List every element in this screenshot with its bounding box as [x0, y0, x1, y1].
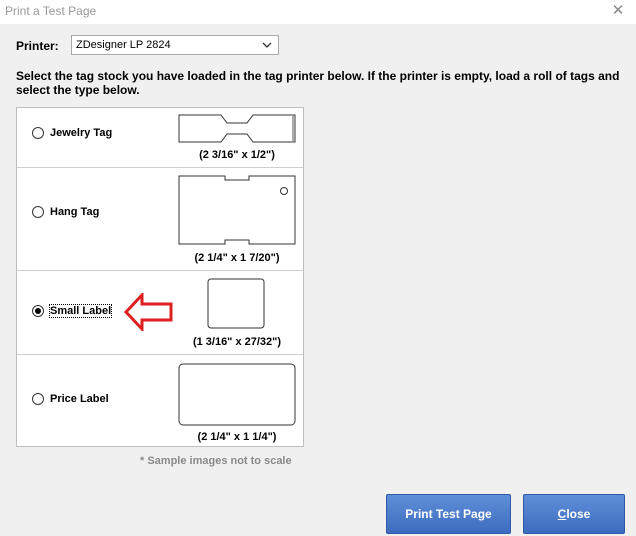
small-label-label[interactable]: Small Label	[48, 304, 113, 318]
hang-tag-radio[interactable]	[32, 206, 44, 218]
option-hang-tag[interactable]: Hang Tag (2 1/4" x 1 7/20")	[17, 168, 303, 271]
price-label-dimensions: (2 1/4" x 1 1/4")	[197, 431, 277, 443]
printer-select[interactable]: ZDesigner LP 2824	[71, 35, 279, 55]
option-jewelry-tag[interactable]: Jewelry Tag (2 3/16" x 1/2")	[17, 108, 303, 168]
close-icon[interactable]: ✕	[609, 2, 627, 20]
price-label-image	[178, 363, 296, 426]
jewelry-tag-radio[interactable]	[32, 127, 44, 139]
small-label-radio[interactable]	[32, 305, 44, 317]
jewelry-tag-label[interactable]: Jewelry Tag	[50, 127, 112, 139]
left-arrow-icon	[124, 293, 173, 331]
price-label-label[interactable]: Price Label	[50, 393, 109, 405]
tag-type-options: Jewelry Tag (2 3/16" x 1/2") Hang Tag (2…	[16, 107, 304, 447]
close-button-label: lose	[566, 507, 591, 521]
small-label-dimensions: (1 3/16" x 27/32")	[192, 336, 282, 348]
print-test-page-button[interactable]: Print Test Page	[386, 494, 511, 534]
option-price-label[interactable]: Price Label (2 1/4" x 1 1/4")	[17, 355, 303, 446]
window-title: Print a Test Page	[5, 4, 97, 18]
scale-note: * Sample images not to scale	[140, 455, 292, 467]
hang-tag-label[interactable]: Hang Tag	[50, 206, 99, 218]
printer-select-value: ZDesigner LP 2824	[76, 39, 171, 51]
chevron-down-icon	[262, 42, 272, 48]
small-label-image	[207, 278, 265, 329]
jewelry-tag-dimensions: (2 3/16" x 1/2")	[199, 149, 275, 161]
hang-tag-image	[178, 175, 296, 245]
price-label-radio[interactable]	[32, 393, 44, 405]
close-button[interactable]: Close	[523, 494, 625, 534]
hang-tag-dimensions: (2 1/4" x 1 7/20")	[194, 252, 280, 264]
jewelry-tag-image	[178, 114, 296, 143]
title-bar: Print a Test Page ✕	[0, 0, 636, 24]
printer-label: Printer:	[16, 39, 59, 53]
instructions-text: Select the tag stock you have loaded in …	[16, 69, 620, 97]
